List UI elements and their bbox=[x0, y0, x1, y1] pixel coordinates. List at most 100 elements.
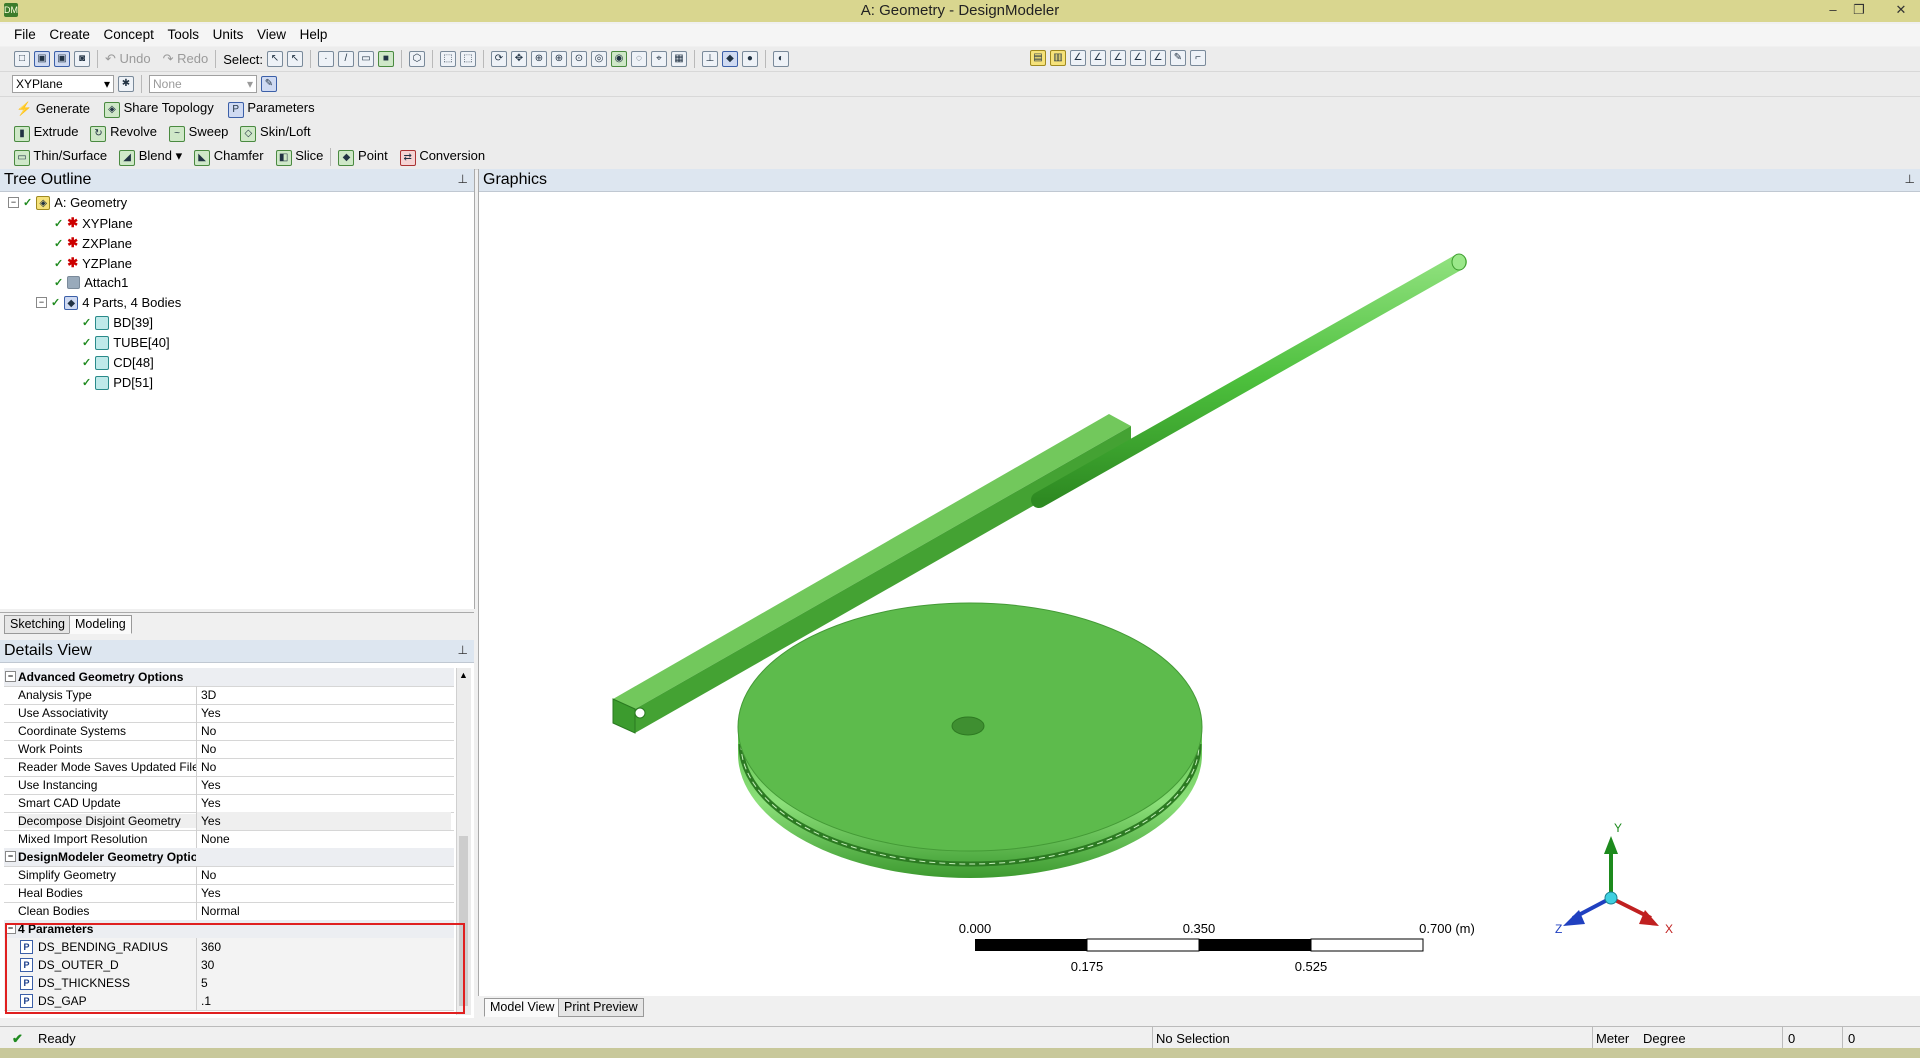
menu-view[interactable]: View bbox=[252, 24, 291, 42]
sketch-select[interactable]: None ▾ bbox=[149, 75, 257, 93]
point-button[interactable]: ◆ Point bbox=[338, 148, 388, 166]
select-filter-icon[interactable]: ↖ bbox=[286, 51, 303, 67]
menu-units[interactable]: Units bbox=[208, 24, 249, 42]
thin-surface-button[interactable]: ▭ Thin/Surface bbox=[14, 148, 107, 166]
select-points-icon[interactable]: · bbox=[317, 51, 334, 67]
collapse-icon[interactable]: − bbox=[5, 671, 16, 682]
edge-style-4-icon[interactable]: ∠ bbox=[1130, 50, 1146, 66]
chamfer-button[interactable]: ◣ Chamfer bbox=[194, 148, 264, 166]
select-edges-icon[interactable]: / bbox=[337, 51, 354, 67]
details-row[interactable]: Simplify Geometry No bbox=[4, 866, 454, 885]
details-value[interactable]: 3D bbox=[196, 686, 451, 704]
details-value[interactable]: No bbox=[196, 722, 451, 740]
details-row[interactable]: Clean Bodies Normal bbox=[4, 902, 454, 921]
save-as-icon[interactable]: ▣ bbox=[54, 51, 70, 67]
menu-tools[interactable]: Tools bbox=[162, 24, 204, 42]
minimize-button[interactable]: – bbox=[1820, 1, 1846, 19]
display-point-icon[interactable]: ● bbox=[741, 51, 758, 67]
tree-node-attach1[interactable]: ✓ Attach1 bbox=[54, 275, 128, 290]
details-row[interactable]: Coordinate Systems No bbox=[4, 722, 454, 741]
details-row[interactable]: Work Points No bbox=[4, 740, 454, 759]
pin-icon[interactable]: ⊥ bbox=[458, 172, 468, 186]
zoom-to-fit-icon[interactable]: ⊙ bbox=[570, 51, 587, 67]
look-at-icon[interactable]: ◐ bbox=[772, 51, 789, 67]
details-value[interactable]: Yes bbox=[196, 794, 451, 812]
tree-node-zxplane[interactable]: ✓ ✱ ZXPlane bbox=[54, 235, 132, 251]
tab-print-preview[interactable]: Print Preview bbox=[558, 998, 644, 1017]
tree-node-xyplane[interactable]: ✓ ✱ XYPlane bbox=[54, 215, 133, 231]
zoom-icon[interactable]: ⊕ bbox=[530, 51, 547, 67]
revolve-button[interactable]: ↻ Revolve bbox=[90, 124, 157, 142]
edge-coloring-icon[interactable]: ▥ bbox=[1050, 50, 1066, 66]
set-view-icon[interactable]: ▦ bbox=[670, 51, 687, 67]
details-value[interactable]: Yes bbox=[196, 776, 451, 794]
axis-triad[interactable]: Y Z X bbox=[1555, 821, 1673, 936]
details-value[interactable]: Yes bbox=[196, 884, 451, 902]
edge-style-1-icon[interactable]: ∠ bbox=[1070, 50, 1086, 66]
pin-icon[interactable]: ⊥ bbox=[1905, 172, 1915, 186]
tab-sketching[interactable]: Sketching bbox=[4, 615, 71, 634]
restore-button[interactable]: ❐ bbox=[1846, 1, 1872, 19]
thicken-edges-icon[interactable]: ✎ bbox=[1170, 50, 1186, 66]
iso-view-icon[interactable]: ⌖ bbox=[650, 51, 667, 67]
redo-button[interactable]: ↷ Redo bbox=[163, 51, 209, 67]
select-faces-icon[interactable]: ▭ bbox=[357, 51, 374, 67]
details-row[interactable]: Analysis Type 3D bbox=[4, 686, 454, 705]
details-row[interactable]: Smart CAD Update Yes bbox=[4, 794, 454, 813]
details-value[interactable]: No bbox=[196, 758, 451, 776]
new-plane-icon[interactable]: ✱ bbox=[118, 76, 134, 92]
details-group-advanced[interactable]: − Advanced Geometry Options bbox=[4, 668, 454, 687]
menu-file[interactable]: File bbox=[9, 24, 41, 42]
tree-node-body[interactable]: ✓ TUBE[40] bbox=[82, 335, 170, 350]
tree-node-body[interactable]: ✓ PD[51] bbox=[82, 375, 153, 390]
edge-style-2-icon[interactable]: ∠ bbox=[1090, 50, 1106, 66]
details-row[interactable]: Use Associativity Yes bbox=[4, 704, 454, 723]
tree-node-parts[interactable]: − ✓ ◆ 4 Parts, 4 Bodies bbox=[36, 295, 181, 310]
plane-select[interactable]: XYPlane ▾ bbox=[12, 75, 114, 93]
zoom-box-icon[interactable]: ⊕ bbox=[550, 51, 567, 67]
collapse-icon[interactable]: − bbox=[36, 297, 47, 308]
box-select-icon[interactable]: ⬚ bbox=[439, 51, 456, 67]
collapse-icon[interactable]: − bbox=[5, 851, 16, 862]
undo-button[interactable]: ↶ Undo bbox=[105, 51, 151, 67]
pin-icon[interactable]: ⊥ bbox=[458, 643, 468, 657]
show-vertices-icon[interactable]: ⌐ bbox=[1190, 50, 1206, 66]
details-row[interactable]: Mixed Import Resolution None bbox=[4, 830, 454, 849]
slice-button[interactable]: ◧ Slice bbox=[275, 148, 323, 166]
tree-node-body[interactable]: ✓ BD[39] bbox=[82, 315, 153, 330]
status-length-unit[interactable]: Meter bbox=[1596, 1031, 1629, 1046]
details-row[interactable]: Use Instancing Yes bbox=[4, 776, 454, 795]
close-button[interactable]: ✕ bbox=[1884, 1, 1918, 19]
pan-icon[interactable]: ✥ bbox=[510, 51, 527, 67]
conversion-button[interactable]: ⇄ Conversion bbox=[399, 148, 485, 166]
save-icon[interactable]: ▣ bbox=[34, 51, 50, 67]
generate-button[interactable]: ⚡ Generate bbox=[16, 101, 90, 117]
magnifier-icon[interactable]: ◎ bbox=[590, 51, 607, 67]
edge-style-5-icon[interactable]: ∠ bbox=[1150, 50, 1166, 66]
next-view-icon[interactable]: ◌ bbox=[630, 51, 647, 67]
status-angle-unit[interactable]: Degree bbox=[1643, 1031, 1686, 1046]
tab-model-view[interactable]: Model View bbox=[484, 998, 561, 1017]
details-value[interactable]: No bbox=[196, 866, 451, 884]
tree-node-root[interactable]: − ✓ ◈ A: Geometry bbox=[8, 195, 127, 210]
details-row[interactable]: Reader Mode Saves Updated File No bbox=[4, 758, 454, 777]
display-model-icon[interactable]: ◆ bbox=[721, 51, 738, 67]
box-select-all-icon[interactable]: ⬚ bbox=[459, 51, 476, 67]
menu-create[interactable]: Create bbox=[44, 24, 95, 42]
details-value[interactable]: Yes bbox=[196, 812, 451, 830]
tree-node-yzplane[interactable]: ✓ ✱ YZPlane bbox=[54, 255, 132, 271]
menu-help[interactable]: Help bbox=[295, 24, 333, 42]
details-value[interactable]: No bbox=[196, 740, 451, 758]
blend-button[interactable]: ◢ Blend ▾ bbox=[119, 148, 182, 166]
rotate-icon[interactable]: ⟳ bbox=[490, 51, 507, 67]
model-viewport[interactable]: 0.000 0.350 0.700 (m) 0.175 0.525 Y Z X bbox=[479, 192, 1920, 1017]
sweep-button[interactable]: ~ Sweep bbox=[169, 124, 228, 142]
details-value[interactable]: Yes bbox=[196, 704, 451, 722]
details-value[interactable]: Normal bbox=[196, 902, 451, 920]
new-icon[interactable]: □ bbox=[14, 51, 30, 67]
details-group-designmodeler[interactable]: − DesignModeler Geometry Options bbox=[4, 848, 454, 867]
details-row[interactable]: Decompose Disjoint Geometry Yes bbox=[4, 812, 454, 831]
collapse-icon[interactable]: − bbox=[8, 197, 19, 208]
tree-node-body[interactable]: ✓ CD[48] bbox=[82, 355, 154, 370]
tab-modeling[interactable]: Modeling bbox=[69, 615, 132, 634]
